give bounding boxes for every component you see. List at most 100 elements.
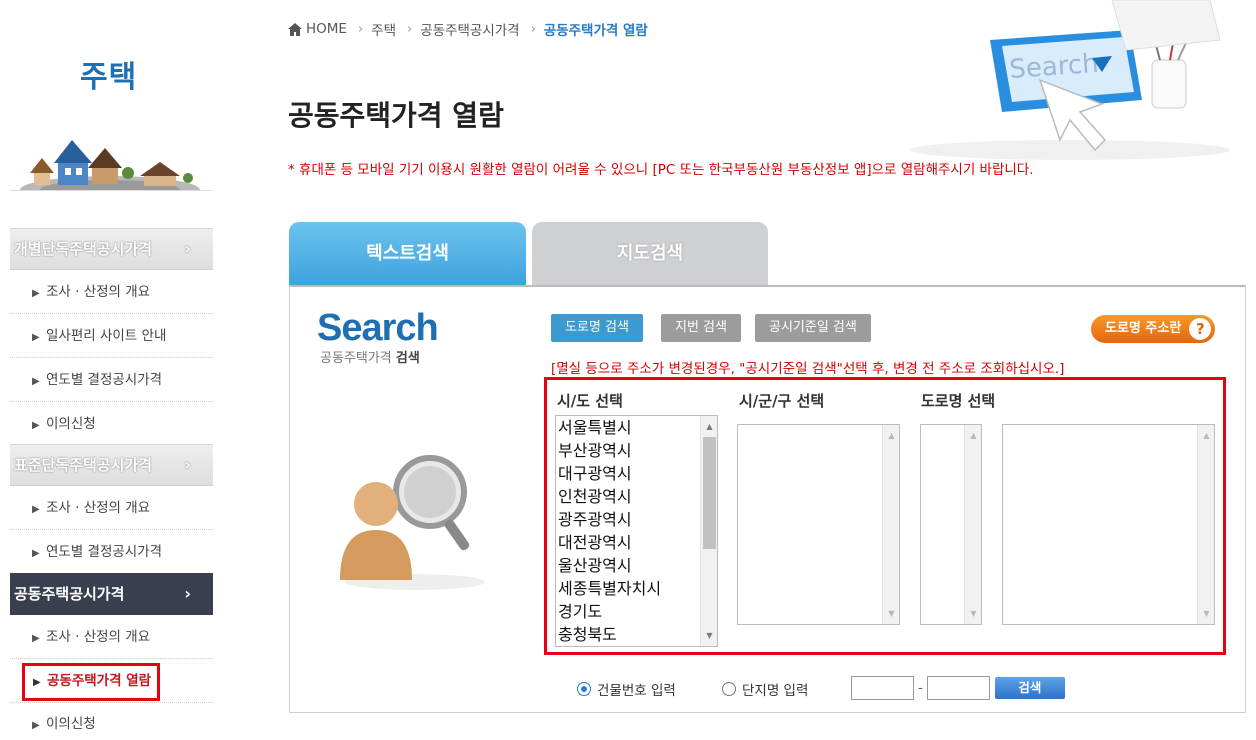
- logo-subtitle-bold: 검색: [395, 351, 420, 366]
- bullet-icon: ▶: [32, 720, 40, 731]
- houses-illustration: [20, 140, 200, 190]
- bullet-icon: ▶: [32, 376, 40, 387]
- bullet-icon: ▶: [32, 420, 40, 431]
- sidebar-item-objection[interactable]: ▶ 이의신청: [10, 402, 213, 446]
- building-sub-number-input[interactable]: [926, 676, 990, 700]
- sidebar-item-survey-overview[interactable]: ▶ 조사 · 산정의 개요: [10, 615, 213, 659]
- sidebar-item-apartment-price-view[interactable]: ▶ 공동주택가격 열람: [10, 659, 213, 703]
- current-item-highlight: ▶ 공동주택가격 열람: [22, 663, 161, 701]
- road-initial-scrollbar[interactable]: ▲ ▼: [964, 425, 981, 624]
- sidebar-item-survey-overview[interactable]: ▶ 조사 · 산정의 개요: [10, 486, 213, 530]
- sidebar-item-yearly-prices[interactable]: ▶ 연도별 결정공시가격: [10, 530, 213, 574]
- building-number-inputs: - 검색: [851, 676, 1065, 700]
- sidebar-item-label: 이의신청: [46, 716, 96, 732]
- scroll-up-icon[interactable]: ▲: [965, 427, 981, 444]
- search-submit-button[interactable]: 검색: [994, 677, 1065, 699]
- sidebar-section-standard-house[interactable]: 표준단독주택공시가격 ›: [10, 444, 213, 486]
- sido-options: 서울특별시 부산광역시 대구광역시 인천광역시 광주광역시 대전광역시 울산광역…: [556, 416, 717, 646]
- sigungu-select-label: 시/군/구 선택: [739, 392, 825, 410]
- sidebar-item-label: 연도별 결정공시가격: [46, 544, 163, 560]
- sidebar-item-yearly-prices[interactable]: ▶ 연도별 결정공시가격: [10, 358, 213, 402]
- bullet-icon: ▶: [32, 288, 40, 299]
- road-name-scrollbar[interactable]: ▲ ▼: [1197, 425, 1214, 624]
- breadcrumb-item[interactable]: 공동주택공시가격: [420, 19, 519, 39]
- sido-option[interactable]: 대구광역시: [556, 462, 717, 485]
- home-icon: [288, 22, 302, 36]
- scroll-down-icon[interactable]: ▼: [701, 627, 717, 644]
- number-dash: -: [918, 680, 923, 696]
- region-select-highlight: 시/도 선택 시/군/구 선택 도로명 선택 서울특별시 부산광역시 대구광역시…: [544, 377, 1226, 655]
- sidebar-divider: [10, 190, 213, 191]
- road-address-help-button[interactable]: 도로명 주소란 ?: [1091, 315, 1216, 343]
- sidebar-section-individual-house[interactable]: 개별단독주택공시가격 ›: [10, 228, 213, 270]
- scroll-thumb[interactable]: [703, 437, 716, 549]
- page-title: 공동주택가격 열람: [288, 99, 504, 132]
- road-name-listbox[interactable]: ▲ ▼: [1002, 424, 1215, 625]
- scroll-up-icon[interactable]: ▲: [1198, 427, 1214, 444]
- sido-option[interactable]: 울산광역시: [556, 554, 717, 577]
- scroll-down-icon[interactable]: ▼: [1198, 605, 1214, 622]
- sidebar-item-label: 이의신청: [46, 416, 96, 432]
- hero-search-text: Search: [1008, 49, 1099, 85]
- sido-scrollbar[interactable]: ▲ ▼: [700, 416, 717, 646]
- logo-subtitle-normal: 공동주택가격: [320, 351, 392, 366]
- address-change-warning: [멸실 등으로 주소가 변경된경우, "공시기준일 검색"선택 후, 변경 전 …: [551, 361, 1065, 377]
- chevron-right-icon: ›: [184, 239, 191, 258]
- sidebar-item-label: 연도별 결정공시가격: [46, 372, 163, 388]
- building-number-option[interactable]: 건물번호 입력: [577, 679, 676, 699]
- scroll-down-icon[interactable]: ▼: [883, 605, 899, 622]
- complex-name-option[interactable]: 단지명 입력: [722, 679, 808, 699]
- scroll-up-icon[interactable]: ▲: [701, 418, 717, 435]
- breadcrumb-separator: ›: [407, 21, 413, 37]
- scroll-up-icon[interactable]: ▲: [883, 427, 899, 444]
- breadcrumb-item[interactable]: 주택: [371, 19, 396, 39]
- sido-option[interactable]: 대전광역시: [556, 531, 717, 554]
- complex-name-radio[interactable]: [722, 682, 736, 696]
- road-address-help-label: 도로명 주소란: [1105, 321, 1182, 336]
- bullet-icon: ▶: [33, 677, 41, 688]
- road-name-search-button[interactable]: 도로명 검색: [551, 314, 643, 342]
- sido-option[interactable]: 서울특별시: [556, 416, 717, 439]
- sidebar-section-label: 공동주택공시가격: [14, 585, 125, 603]
- bullet-icon: ▶: [32, 548, 40, 559]
- sido-option[interactable]: 광주광역시: [556, 508, 717, 531]
- road-initial-listbox[interactable]: ▲ ▼: [920, 424, 982, 625]
- breadcrumb-home[interactable]: HOME: [306, 21, 347, 37]
- sidebar-item-ilsapyeonri-guide[interactable]: ▶ 일사편리 사이트 안내: [10, 314, 213, 358]
- sidebar: 주택 개별단독주택공시가격 › ▶ 조사 · 산정의 개요 ▶ 일사편리 사이트 안…: [10, 0, 213, 740]
- sigungu-listbox[interactable]: ▲ ▼: [737, 424, 900, 625]
- sido-select-label: 시/도 선택: [557, 392, 623, 410]
- sido-option[interactable]: 인천광역시: [556, 485, 717, 508]
- tab-text-search[interactable]: 텍스트검색: [289, 222, 526, 286]
- sigungu-scrollbar[interactable]: ▲ ▼: [882, 425, 899, 624]
- sidebar-item-objection[interactable]: ▶ 이의신청: [10, 702, 213, 740]
- sidebar-item-label: 조사 · 산정의 개요: [46, 284, 151, 300]
- building-main-number-input[interactable]: [851, 676, 914, 700]
- sido-option[interactable]: 충청북도: [556, 623, 717, 646]
- reference-date-search-button[interactable]: 공시기준일 검색: [755, 314, 871, 342]
- person-magnifier-illustration: [340, 455, 485, 590]
- sido-option[interactable]: 부산광역시: [556, 439, 717, 462]
- lot-number-search-button[interactable]: 지번 검색: [661, 314, 741, 342]
- breadcrumb-separator: ›: [357, 21, 364, 37]
- building-number-radio[interactable]: [577, 682, 591, 696]
- sido-option[interactable]: 경기도: [556, 600, 717, 623]
- sidebar-title: 주택: [80, 60, 138, 95]
- search-logo: Search: [317, 307, 439, 349]
- breadcrumb: HOME › 주택 › 공동주택공시가격 › 공동주택가격 열람: [288, 19, 648, 39]
- sido-listbox[interactable]: 서울특별시 부산광역시 대구광역시 인천광역시 광주광역시 대전광역시 울산광역…: [555, 415, 718, 647]
- breadcrumb-separator: ›: [530, 21, 536, 37]
- sidebar-item-label: 조사 · 산정의 개요: [46, 500, 151, 516]
- tab-map-search[interactable]: 지도검색: [532, 222, 768, 286]
- bullet-icon: ▶: [32, 633, 40, 644]
- search-hero-illustration: Search: [910, 0, 1230, 160]
- sidebar-item-survey-overview[interactable]: ▶ 조사 · 산정의 개요: [10, 270, 213, 314]
- sidebar-section-apartment[interactable]: 공동주택공시가격 ›: [10, 573, 213, 615]
- bullet-icon: ▶: [32, 332, 40, 343]
- building-number-label: 건물번호 입력: [597, 683, 676, 699]
- chevron-right-icon: ›: [184, 455, 191, 474]
- sido-option[interactable]: 세종특별자치시: [556, 577, 717, 600]
- chevron-right-icon: ›: [184, 584, 191, 603]
- sidebar-item-label: 조사 · 산정의 개요: [46, 629, 151, 645]
- scroll-down-icon[interactable]: ▼: [965, 605, 981, 622]
